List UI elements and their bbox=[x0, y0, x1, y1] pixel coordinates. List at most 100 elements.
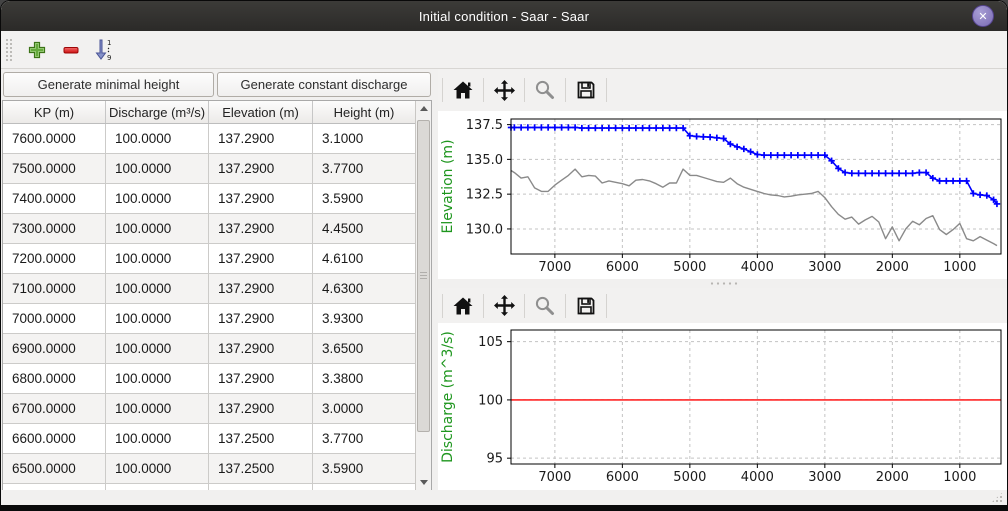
close-icon: ✕ bbox=[978, 10, 987, 23]
zoom-button[interactable] bbox=[529, 74, 561, 106]
table-cell[interactable]: 6600.0000 bbox=[3, 424, 106, 453]
zoom-button[interactable] bbox=[529, 290, 561, 322]
table-cell[interactable]: 137.2900 bbox=[209, 334, 313, 363]
table-row[interactable]: 7500.0000100.0000137.29003.7700 bbox=[3, 154, 415, 184]
table-cell[interactable]: 100.0000 bbox=[106, 154, 209, 183]
table-cell[interactable]: 3.7700 bbox=[313, 424, 415, 453]
generate-minimal-height-button[interactable]: Generate minimal height bbox=[3, 72, 214, 97]
table-cell[interactable]: 3.9300 bbox=[313, 304, 415, 333]
table-cell[interactable]: 7500.0000 bbox=[3, 154, 106, 183]
table-cell[interactable]: 100.0000 bbox=[106, 124, 209, 153]
table-cell[interactable]: 137.2900 bbox=[209, 394, 313, 423]
column-header[interactable]: Height (m) bbox=[313, 101, 415, 123]
table-cell[interactable]: 6700.0000 bbox=[3, 394, 106, 423]
table-row[interactable]: 6800.0000100.0000137.29003.3800 bbox=[3, 364, 415, 394]
table-cell[interactable]: 137.2500 bbox=[209, 424, 313, 453]
table-cell[interactable]: 100.0000 bbox=[106, 274, 209, 303]
table-cell[interactable]: 100.0000 bbox=[106, 184, 209, 213]
y-tick-label: 137.5 bbox=[466, 118, 503, 133]
save-button[interactable] bbox=[570, 74, 602, 106]
table-cell[interactable]: 137.2900 bbox=[209, 304, 313, 333]
table-scrollbar[interactable] bbox=[415, 101, 431, 490]
x-tick-label: 7000 bbox=[538, 260, 571, 275]
table-cell[interactable]: 100.0000 bbox=[106, 394, 209, 423]
table-cell[interactable]: 4.6300 bbox=[313, 274, 415, 303]
column-header[interactable]: Discharge (m³/s) bbox=[106, 101, 209, 123]
table-cell[interactable]: 137.2900 bbox=[209, 364, 313, 393]
table-cell[interactable]: 137.2900 bbox=[209, 154, 313, 183]
table-cell[interactable]: 3.5900 bbox=[313, 454, 415, 483]
table-cell[interactable]: 100.0000 bbox=[106, 364, 209, 393]
table-cell[interactable]: 7000.0000 bbox=[3, 304, 106, 333]
table-row[interactable]: 6700.0000100.0000137.29003.0000 bbox=[3, 394, 415, 424]
toolbar-grip[interactable] bbox=[5, 38, 12, 62]
table-row[interactable]: 7100.0000100.0000137.29004.6300 bbox=[3, 274, 415, 304]
save-floppy-icon bbox=[575, 79, 597, 101]
scroll-up-button[interactable] bbox=[416, 101, 431, 116]
elevation-chart: 7000600050004000300020001000137.5135.013… bbox=[438, 111, 1008, 279]
table-cell[interactable]: 100.0000 bbox=[106, 454, 209, 483]
table-row[interactable]: 7300.0000100.0000137.29004.4500 bbox=[3, 214, 415, 244]
table-row[interactable]: 6500.0000100.0000137.25003.5900 bbox=[3, 454, 415, 484]
y-axis-label: Discharge (m^3/s) bbox=[440, 331, 456, 463]
table-cell[interactable]: 3.3800 bbox=[313, 364, 415, 393]
save-button[interactable] bbox=[570, 290, 602, 322]
table-cell[interactable]: 7100.0000 bbox=[3, 274, 106, 303]
table-cell[interactable]: 137.2900 bbox=[209, 184, 313, 213]
table-cell[interactable]: 100.0000 bbox=[106, 304, 209, 333]
table-cell[interactable]: 6900.0000 bbox=[3, 334, 106, 363]
table-cell[interactable]: 100.0000 bbox=[106, 334, 209, 363]
generate-constant-discharge-button[interactable]: Generate constant discharge bbox=[217, 72, 431, 97]
table-cell[interactable]: 137.2900 bbox=[209, 214, 313, 243]
x-tick-label: 4000 bbox=[741, 470, 774, 485]
table-row[interactable]: 6600.0000100.0000137.25003.7700 bbox=[3, 424, 415, 454]
table-cell[interactable]: 6500.0000 bbox=[3, 454, 106, 483]
column-header[interactable]: Elevation (m) bbox=[209, 101, 313, 123]
resize-grip-icon[interactable] bbox=[991, 491, 1004, 503]
pan-button[interactable] bbox=[488, 290, 520, 322]
scrollbar-thumb[interactable] bbox=[417, 120, 430, 432]
pan-button[interactable] bbox=[488, 74, 520, 106]
table-cell[interactable]: 3.5900 bbox=[313, 184, 415, 213]
x-tick-label: 7000 bbox=[538, 470, 571, 485]
table-cell[interactable]: 137.2900 bbox=[209, 244, 313, 273]
table-cell[interactable]: 7600.0000 bbox=[3, 124, 106, 153]
remove-row-button[interactable] bbox=[54, 35, 88, 65]
table-row[interactable]: 7400.0000100.0000137.29003.5900 bbox=[3, 184, 415, 214]
table-cell[interactable]: 100.0000 bbox=[106, 244, 209, 273]
sort-ascending-button[interactable]: 1 9 bbox=[88, 35, 122, 65]
home-button[interactable] bbox=[447, 74, 479, 106]
table-cell[interactable]: 4.6100 bbox=[313, 244, 415, 273]
table-cell[interactable]: 3.6500 bbox=[313, 334, 415, 363]
table-cell[interactable]: 7200.0000 bbox=[3, 244, 106, 273]
table-cell[interactable]: 3.7700 bbox=[313, 154, 415, 183]
close-button[interactable]: ✕ bbox=[972, 5, 994, 27]
add-row-button[interactable] bbox=[20, 35, 54, 65]
column-header[interactable]: KP (m) bbox=[3, 101, 106, 123]
window-title: Initial condition - Saar - Saar bbox=[419, 9, 589, 24]
table-cell[interactable]: 6800.0000 bbox=[3, 364, 106, 393]
table-cell[interactable]: 100.0000 bbox=[106, 424, 209, 453]
table-row[interactable]: 7600.0000100.0000137.29003.1000 bbox=[3, 124, 415, 154]
table-cell[interactable]: 100.0000 bbox=[106, 214, 209, 243]
table-cell[interactable]: 137.2900 bbox=[209, 274, 313, 303]
table-row[interactable]: 7000.0000100.0000137.29003.9300 bbox=[3, 304, 415, 334]
home-button[interactable] bbox=[447, 290, 479, 322]
arrow-down-icon bbox=[420, 480, 428, 485]
table-cell[interactable]: 137.2900 bbox=[209, 124, 313, 153]
table-cell[interactable]: 7400.0000 bbox=[3, 184, 106, 213]
table-row[interactable]: 7200.0000100.0000137.29004.6100 bbox=[3, 244, 415, 274]
table-cell[interactable]: 4.4500 bbox=[313, 214, 415, 243]
table-cell[interactable]: 137.2500 bbox=[209, 454, 313, 483]
table-cell[interactable]: 3.1000 bbox=[313, 124, 415, 153]
table-cell[interactable]: 7300.0000 bbox=[3, 214, 106, 243]
discharge-chart-canvas: 700060005000400030002000100010510095Disc… bbox=[438, 323, 1008, 491]
title-bar[interactable]: Initial condition - Saar - Saar ✕ bbox=[1, 1, 1007, 31]
plots-splitter[interactable] bbox=[438, 279, 1008, 288]
table-cell[interactable]: 3.0000 bbox=[313, 394, 415, 423]
discharge-chart: 700060005000400030002000100010510095Disc… bbox=[438, 323, 1008, 491]
table-row[interactable]: 6900.0000100.0000137.29003.6500 bbox=[3, 334, 415, 364]
x-tick-label: 3000 bbox=[808, 470, 841, 485]
scroll-down-button[interactable] bbox=[416, 475, 431, 490]
x-tick-label: 2000 bbox=[876, 470, 909, 485]
